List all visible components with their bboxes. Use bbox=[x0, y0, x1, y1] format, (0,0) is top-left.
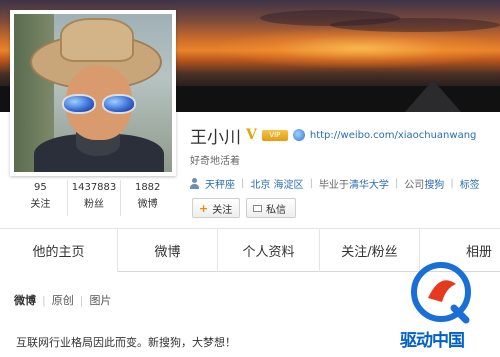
avatar-frame[interactable] bbox=[10, 10, 176, 176]
divider: | bbox=[42, 293, 46, 307]
company-prefix: 公司 bbox=[404, 180, 425, 191]
location-link[interactable]: 北京 海淀区 bbox=[250, 176, 303, 191]
mail-icon bbox=[253, 204, 262, 212]
filter-original[interactable]: 原创 bbox=[52, 292, 74, 308]
left-lens bbox=[62, 94, 96, 114]
divider: | bbox=[79, 293, 84, 307]
cloud bbox=[330, 18, 500, 32]
profile-info-row: 天秤座 | 北京 海淀区 | 毕业于 清华大学 | 公司 搜狗 | 标签 bbox=[190, 176, 480, 191]
follow-label: 关注 bbox=[212, 204, 233, 216]
watermark: 驱动中国 bbox=[400, 262, 500, 357]
stat-value: 1437883 bbox=[71, 182, 117, 193]
company-link[interactable]: 搜狗 bbox=[424, 176, 444, 191]
right-lens bbox=[102, 94, 136, 114]
follow-button[interactable]: + 关注 bbox=[192, 198, 240, 218]
feed-filter: 微博 | 原创 | 图片 bbox=[14, 292, 111, 308]
divider: | bbox=[309, 178, 313, 189]
stat-followers[interactable]: 1437883 粉丝 bbox=[68, 180, 122, 216]
message-button[interactable]: 私信 bbox=[246, 198, 296, 218]
stat-label: 关注 bbox=[30, 199, 51, 210]
divider: | bbox=[394, 178, 399, 189]
person-icon bbox=[190, 178, 199, 189]
divider: | bbox=[241, 178, 245, 189]
plus-icon: + bbox=[199, 201, 209, 215]
school-prefix: 毕业于 bbox=[318, 180, 349, 191]
stat-posts[interactable]: 1882 微博 bbox=[121, 180, 174, 216]
divider: | bbox=[450, 178, 454, 189]
globe-icon bbox=[292, 129, 305, 141]
tab-weibo[interactable]: 微博 bbox=[118, 229, 218, 272]
profile-name: 王小川 bbox=[190, 127, 241, 148]
profile-stats: 95 关注 1437883 粉丝 1882 微博 bbox=[14, 180, 174, 216]
hat-crown bbox=[60, 18, 134, 62]
stat-label: 微博 bbox=[137, 199, 158, 210]
post-text: 互联网行业格局因此而变。新搜狗，大梦想！ bbox=[16, 336, 236, 349]
tags-link[interactable]: 标签 bbox=[460, 176, 480, 191]
stat-label: 粉丝 bbox=[84, 199, 104, 210]
stat-value: 1882 bbox=[134, 182, 161, 193]
sunset-glow bbox=[220, 28, 500, 68]
filter-images[interactable]: 图片 bbox=[89, 292, 111, 308]
profile-bio: 好奇地活着 bbox=[190, 156, 240, 167]
member-badge[interactable]: VIP bbox=[261, 129, 288, 141]
stat-following[interactable]: 95 关注 bbox=[14, 180, 68, 216]
tab-home[interactable]: 他的主页 bbox=[0, 229, 118, 272]
tab-profile-info[interactable]: 个人资料 bbox=[218, 229, 320, 272]
profile-name-row: 王小川 V VIP http://weibo.com/xiaochuanwang bbox=[190, 124, 477, 148]
verified-v-icon[interactable]: V bbox=[246, 127, 257, 143]
watermark-text: 驱动中国 bbox=[400, 331, 465, 351]
road bbox=[405, 80, 461, 112]
watermark-logo-icon bbox=[411, 262, 471, 324]
school-link[interactable]: 清华大学 bbox=[349, 176, 389, 191]
message-label: 私信 bbox=[266, 204, 286, 216]
avatar[interactable] bbox=[14, 14, 172, 172]
filter-weibo[interactable]: 微博 bbox=[14, 292, 36, 308]
zodiac-link[interactable]: 天秤座 bbox=[205, 176, 235, 191]
home-link[interactable]: http://weibo.com/xiaochuanwang bbox=[310, 130, 477, 141]
stat-value: 95 bbox=[33, 182, 47, 193]
sunglasses bbox=[60, 94, 138, 114]
